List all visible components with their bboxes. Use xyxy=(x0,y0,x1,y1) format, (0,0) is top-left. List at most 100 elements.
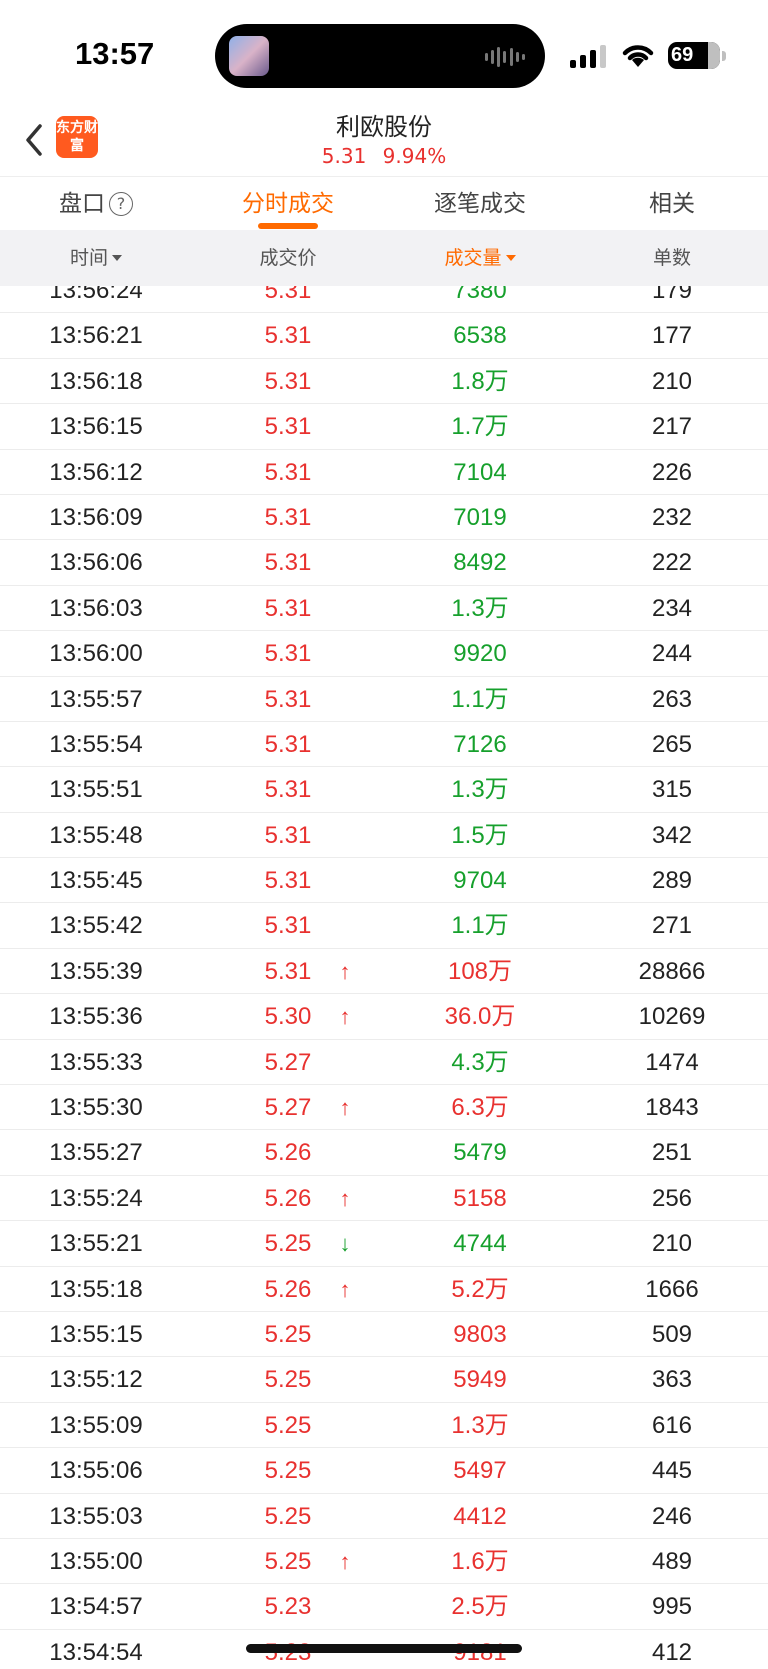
trade-row: 13:55:27 5.26 5479 251 xyxy=(0,1130,768,1176)
active-tab-indicator xyxy=(258,223,318,229)
trade-volume: 5949 xyxy=(453,1366,507,1394)
trade-row: 13:55:00 5.25 ↑ 1.6万 489 xyxy=(0,1539,768,1585)
trade-price: 5.25 xyxy=(264,1366,312,1394)
up-arrow-icon: ↑ xyxy=(339,958,351,984)
trade-row: 13:55:39 5.31 ↑ 108万 28866 xyxy=(0,949,768,995)
trade-count: 363 xyxy=(651,1366,693,1394)
trade-time: 13:55:24 xyxy=(49,1184,143,1212)
trade-row: 13:55:03 5.25 4412 246 xyxy=(0,1494,768,1539)
trade-time: 13:55:48 xyxy=(49,821,143,849)
trade-time: 13:55:09 xyxy=(49,1411,143,1439)
trade-volume: 4744 xyxy=(453,1230,507,1258)
wifi-icon xyxy=(622,45,654,67)
trade-price: 5.31 xyxy=(264,367,312,395)
up-arrow-icon: ↑ xyxy=(339,1276,351,1302)
trade-time: 13:56:24 xyxy=(49,286,143,304)
trade-price: 5.23 xyxy=(264,1593,312,1621)
trade-volume: 7126 xyxy=(453,730,507,758)
column-header-volume[interactable]: 成交量 xyxy=(384,230,576,286)
trade-price: 5.31 xyxy=(264,503,312,531)
tab-bar: 盘口? 分时成交 逐笔成交 相关 xyxy=(0,176,768,230)
trade-count: 28866 xyxy=(638,957,706,985)
trade-volume: 4412 xyxy=(453,1502,507,1530)
trade-time: 13:55:30 xyxy=(49,1094,143,1122)
trade-price: 5.31 xyxy=(264,594,312,622)
up-arrow-icon: ↑ xyxy=(339,1095,351,1121)
trade-row: 13:55:24 5.26 ↑ 5158 256 xyxy=(0,1176,768,1222)
trade-price: 5.31 xyxy=(264,912,312,940)
trade-volume: 7380 xyxy=(453,286,507,304)
trade-time: 13:55:39 xyxy=(49,957,143,985)
tab-label: 逐笔成交 xyxy=(434,191,526,217)
trade-row: 13:56:09 5.31 7019 232 xyxy=(0,495,768,541)
trade-count: 265 xyxy=(651,730,693,758)
trade-row: 13:55:57 5.31 1.1万 263 xyxy=(0,677,768,722)
tab-label: 相关 xyxy=(649,191,695,217)
trade-list[interactable]: 13:56:24 5.31 7380 179 13:56:21 5.31 6538 177 13… xyxy=(0,286,768,1669)
trade-count: 177 xyxy=(651,322,693,350)
trade-time: 13:56:00 xyxy=(49,640,143,668)
up-arrow-icon: ↑ xyxy=(339,1185,351,1211)
trade-volume: 9920 xyxy=(453,640,507,668)
tab-order-book[interactable]: 盘口? xyxy=(0,177,192,231)
trade-volume: 2.5万 xyxy=(451,1593,509,1621)
tab-intraday-trades[interactable]: 分时成交 xyxy=(192,177,384,231)
column-label: 成交价 xyxy=(259,247,317,269)
nav-header: 东方财富 利欧股份 5.31 9.94% xyxy=(0,104,768,176)
tab-tick-trades[interactable]: 逐笔成交 xyxy=(384,177,576,231)
trade-price: 5.31 xyxy=(264,286,312,304)
trade-row: 13:55:54 5.31 7126 265 xyxy=(0,722,768,768)
trade-count: 251 xyxy=(651,1139,693,1167)
trade-count: 256 xyxy=(651,1184,693,1212)
column-header-price: 成交价 xyxy=(192,230,384,286)
trade-count: 995 xyxy=(651,1593,693,1621)
trade-row: 13:56:24 5.31 7380 179 xyxy=(0,286,768,314)
status-time: 13:57 xyxy=(75,36,155,71)
trade-volume: 5.2万 xyxy=(451,1275,509,1303)
trade-time: 13:56:21 xyxy=(49,322,143,350)
help-icon[interactable]: ? xyxy=(109,192,133,216)
stock-change-pct: 9.94% xyxy=(382,144,447,168)
trade-time: 13:56:15 xyxy=(49,413,143,441)
down-arrow-icon: ↓ xyxy=(339,1231,351,1257)
stock-name: 利欧股份 xyxy=(336,113,432,141)
trade-price: 5.25 xyxy=(264,1411,312,1439)
trade-price: 5.25 xyxy=(264,1320,312,1348)
trade-volume: 1.5万 xyxy=(451,821,509,849)
trade-price: 5.31 xyxy=(264,458,312,486)
trade-count: 232 xyxy=(651,503,693,531)
home-indicator[interactable] xyxy=(246,1644,522,1653)
trade-row: 13:55:33 5.27 4.3万 1474 xyxy=(0,1040,768,1086)
trade-row: 13:55:45 5.31 9704 289 xyxy=(0,858,768,904)
trade-price: 5.31 xyxy=(264,730,312,758)
trade-volume: 1.6万 xyxy=(451,1547,509,1575)
trade-price: 5.31 xyxy=(264,640,312,668)
trade-volume: 6538 xyxy=(453,322,507,350)
trade-count: 210 xyxy=(651,367,693,395)
trade-time: 13:55:42 xyxy=(49,912,143,940)
trade-row: 13:55:18 5.26 ↑ 5.2万 1666 xyxy=(0,1267,768,1312)
trade-count: 412 xyxy=(651,1638,693,1666)
trade-count: 445 xyxy=(651,1457,693,1485)
tab-related[interactable]: 相关 xyxy=(576,177,768,231)
trade-time: 13:55:27 xyxy=(49,1139,143,1167)
up-arrow-icon: ↑ xyxy=(339,1548,351,1574)
trade-time: 13:55:33 xyxy=(49,1048,143,1076)
trade-row: 13:56:06 5.31 8492 222 xyxy=(0,540,768,586)
trade-volume: 6.3万 xyxy=(451,1094,509,1122)
trade-price: 5.31 xyxy=(264,685,312,713)
trade-count: 1843 xyxy=(645,1094,699,1122)
trade-volume: 5158 xyxy=(453,1184,507,1212)
trade-row: 13:55:21 5.25 ↓ 4744 210 xyxy=(0,1221,768,1267)
dynamic-island[interactable] xyxy=(215,24,545,88)
trade-row: 13:55:48 5.31 1.5万 342 xyxy=(0,813,768,859)
trade-row: 13:55:12 5.25 5949 363 xyxy=(0,1357,768,1403)
trade-time: 13:56:06 xyxy=(49,549,143,577)
trade-volume: 7019 xyxy=(453,503,507,531)
trade-count: 315 xyxy=(651,776,693,804)
column-header-time[interactable]: 时间 xyxy=(0,230,192,286)
trade-count: 509 xyxy=(651,1320,693,1348)
trade-count: 289 xyxy=(651,867,693,895)
trade-volume: 1.3万 xyxy=(451,1411,509,1439)
trade-volume: 1.7万 xyxy=(451,413,509,441)
